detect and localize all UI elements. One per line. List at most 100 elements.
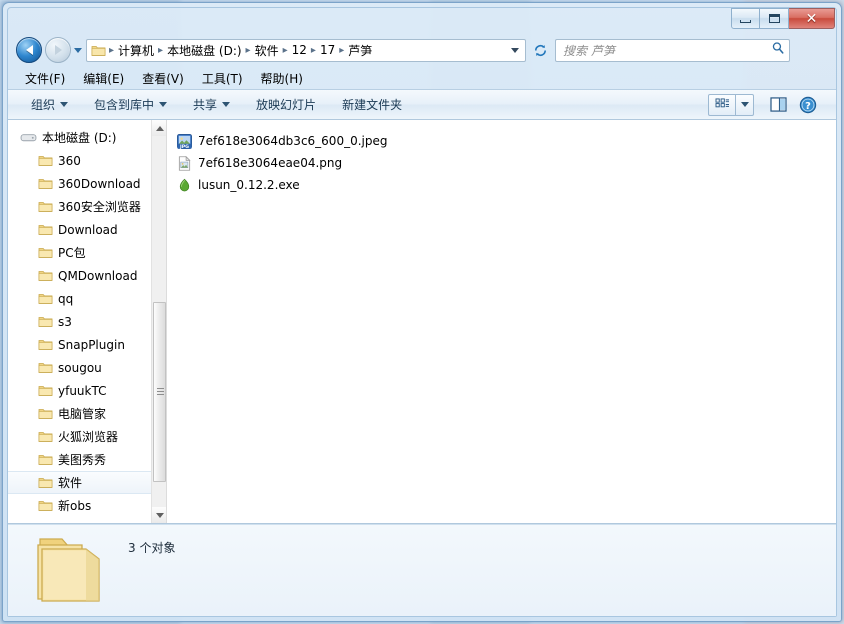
sidebar-item-snapplugin[interactable]: SnapPlugin xyxy=(8,333,152,356)
list-item[interactable]: JPG 7ef618e3064db3c6_600_0.jpeg xyxy=(173,130,836,152)
sidebar-item-label: 新obs xyxy=(58,499,92,513)
sidebar-item-pc-bao[interactable]: PC包 xyxy=(8,241,152,264)
folder-icon xyxy=(38,315,53,328)
menu-item-file[interactable]: 文件(F) xyxy=(18,68,72,89)
sidebar-item-360-secure-browser[interactable]: 360安全浏览器 xyxy=(8,195,152,218)
sidebar-item-new-obs[interactable]: 新obs xyxy=(8,494,152,517)
window-inner-frame: ✕ ▸ 计算机 ▸ 本地磁盘 (D:) ▸ 软件 ▸ 12 ▸ 17 ▸ 芦笋 … xyxy=(7,7,837,617)
tree-item-local-disk-d[interactable]: 本地磁盘 (D:) xyxy=(8,126,152,149)
menu-item-tools[interactable]: 工具(T) xyxy=(195,68,250,89)
sidebar-item-download[interactable]: Download xyxy=(8,218,152,241)
breadcrumb-item-2[interactable]: 软件 xyxy=(252,41,282,60)
view-mode-icon xyxy=(715,98,729,108)
folder-icon xyxy=(38,292,53,305)
scrollbar-grip-icon xyxy=(157,388,164,396)
sidebar-item-label: 火狐浏览器 xyxy=(58,430,119,444)
chevron-down-icon xyxy=(155,512,164,518)
breadcrumb-item-1[interactable]: 本地磁盘 (D:) xyxy=(164,41,244,60)
breadcrumb-item-3[interactable]: 12 xyxy=(289,42,310,58)
sidebar-item-yfuuktc[interactable]: yfuukTC xyxy=(8,379,152,402)
scroll-up-button[interactable] xyxy=(152,120,166,136)
svg-text:?: ? xyxy=(805,100,811,111)
command-toolbar: 组织 包含到库中 共享 放映幻灯片 新建文件夹 ? xyxy=(8,90,836,120)
details-pane: 3 个对象 xyxy=(8,524,836,616)
sidebar-item-sougou[interactable]: sougou xyxy=(8,356,152,379)
breadcrumb-separator: ▸ xyxy=(109,44,115,56)
chevron-down-icon xyxy=(740,102,749,107)
sidebar-item-s3[interactable]: s3 xyxy=(8,310,152,333)
folder-icon xyxy=(38,223,53,236)
view-mode-dropdown[interactable] xyxy=(735,94,753,115)
sidebar-item-qmdownload[interactable]: QMDownload xyxy=(8,264,152,287)
navigation-pane: 本地磁盘 (D:) 360 360Download 360安全浏览器 Downl… xyxy=(8,120,166,523)
folder-icon xyxy=(38,361,53,374)
svg-text:JPG: JPG xyxy=(179,143,189,148)
refresh-button[interactable] xyxy=(529,39,551,61)
view-mode-group xyxy=(708,93,754,116)
new-folder-label: 新建文件夹 xyxy=(342,98,403,112)
breadcrumb-item-4[interactable]: 17 xyxy=(317,42,338,58)
organize-button[interactable]: 组织 xyxy=(22,92,77,117)
close-icon: ✕ xyxy=(805,10,818,27)
chevron-up-icon xyxy=(155,125,164,131)
menu-item-view[interactable]: 查看(V) xyxy=(135,68,191,89)
folder-icon xyxy=(38,430,53,443)
navigation-scrollbar[interactable] xyxy=(151,120,166,523)
view-mode-button[interactable] xyxy=(709,95,735,115)
slideshow-button[interactable]: 放映幻灯片 xyxy=(247,92,325,117)
sidebar-item-360[interactable]: 360 xyxy=(8,149,152,172)
folder-icon xyxy=(38,269,53,282)
address-bar-row: ▸ 计算机 ▸ 本地磁盘 (D:) ▸ 软件 ▸ 12 ▸ 17 ▸ 芦笋 搜索… xyxy=(8,32,836,68)
arrow-right-icon xyxy=(54,45,62,55)
search-input[interactable]: 搜索 芦笋 xyxy=(555,38,790,62)
scrollbar-thumb[interactable] xyxy=(153,302,166,482)
new-folder-button[interactable]: 新建文件夹 xyxy=(333,92,411,117)
sidebar-item-meitu[interactable]: 美图秀秀 xyxy=(8,448,152,471)
preview-pane-button[interactable] xyxy=(766,94,790,116)
chevron-down-icon[interactable] xyxy=(511,47,519,53)
share-button[interactable]: 共享 xyxy=(184,92,239,117)
sidebar-item-label: PC包 xyxy=(58,246,86,260)
list-item[interactable]: 7ef618e3064eae04.png xyxy=(173,152,836,174)
breadcrumb-item-0[interactable]: 计算机 xyxy=(115,41,157,60)
forward-button[interactable] xyxy=(45,37,71,63)
refresh-icon xyxy=(534,44,546,56)
menu-bar: 文件(F) 编辑(E) 查看(V) 工具(T) 帮助(H) xyxy=(8,68,836,90)
folder-icon xyxy=(38,476,53,489)
back-button[interactable] xyxy=(16,37,42,63)
window-controls: ✕ xyxy=(731,8,835,29)
file-name: lusun_0.12.2.exe xyxy=(198,178,300,192)
scroll-down-button[interactable] xyxy=(152,507,166,523)
close-button[interactable]: ✕ xyxy=(789,8,835,29)
sidebar-item-qq[interactable]: qq xyxy=(8,287,152,310)
file-list[interactable]: JPG 7ef618e3064db3c6_600_0.jpeg 7ef618e3… xyxy=(166,120,836,523)
breadcrumb-item-5[interactable]: 芦笋 xyxy=(345,41,375,60)
sidebar-item-label: SnapPlugin xyxy=(58,337,125,352)
help-icon: ? xyxy=(799,96,817,113)
sidebar-item-label: 软件 xyxy=(58,476,83,490)
sidebar-item-software[interactable]: 软件 xyxy=(8,471,152,494)
maximize-button[interactable] xyxy=(760,8,789,29)
breadcrumb-separator: ▸ xyxy=(245,44,251,56)
toolbar-right-group: ? xyxy=(708,93,836,116)
history-dropdown-icon[interactable] xyxy=(74,47,82,53)
breadcrumb-separator: ▸ xyxy=(158,44,164,56)
folder-icon xyxy=(38,407,53,420)
folder-icon xyxy=(38,246,53,259)
menu-item-edit[interactable]: 编辑(E) xyxy=(76,68,131,89)
sidebar-item-computer-manager[interactable]: 电脑管家 xyxy=(8,402,152,425)
minimize-icon xyxy=(740,19,751,23)
sidebar-item-label: s3 xyxy=(58,314,72,329)
folder-icon xyxy=(38,453,53,466)
help-button[interactable]: ? xyxy=(796,94,820,116)
list-item[interactable]: lusun_0.12.2.exe xyxy=(173,174,836,196)
menu-item-help[interactable]: 帮助(H) xyxy=(254,68,310,89)
arrow-left-icon xyxy=(25,45,33,55)
sidebar-item-label: 美图秀秀 xyxy=(58,453,107,467)
sidebar-item-firefox-browser[interactable]: 火狐浏览器 xyxy=(8,425,152,448)
drive-icon xyxy=(20,131,37,144)
address-bar[interactable]: ▸ 计算机 ▸ 本地磁盘 (D:) ▸ 软件 ▸ 12 ▸ 17 ▸ 芦笋 xyxy=(86,38,526,62)
include-in-library-button[interactable]: 包含到库中 xyxy=(85,92,176,117)
sidebar-item-360download[interactable]: 360Download xyxy=(8,172,152,195)
minimize-button[interactable] xyxy=(731,8,760,29)
